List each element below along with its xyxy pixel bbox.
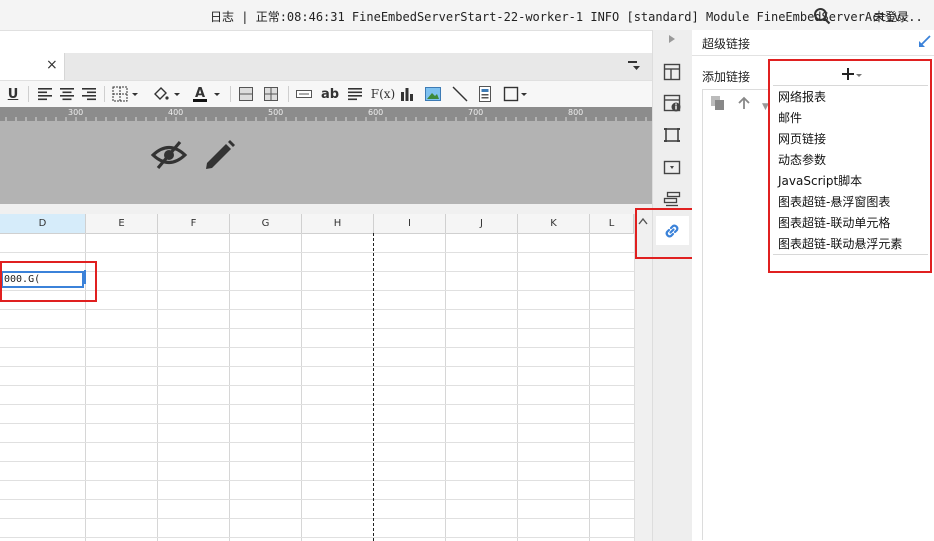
crop-frame-icon[interactable] [662, 125, 682, 145]
condition-style-icon[interactable] [662, 189, 682, 209]
grid-hline [0, 537, 634, 538]
grid-vline [517, 233, 518, 541]
slash-icon[interactable] [452, 86, 468, 102]
ruler-ticks [5, 117, 647, 121]
column-header-l[interactable]: L [590, 214, 634, 233]
grid-vline [445, 233, 446, 541]
align-left-icon[interactable] [38, 87, 52, 101]
grid-hline [0, 252, 634, 253]
eye-hidden-icon[interactable] [150, 138, 188, 172]
cell-info-icon[interactable] [662, 93, 682, 113]
sheet-gap [0, 204, 652, 214]
split-cells-icon[interactable] [264, 87, 278, 101]
page-break-line [373, 233, 374, 541]
justify-icon[interactable] [348, 87, 362, 101]
grid-vline [157, 233, 158, 541]
panel-divider [692, 55, 934, 56]
toolbar-divider [28, 86, 29, 102]
column-header-j[interactable]: J [446, 214, 518, 233]
login-link[interactable]: 未登录 [873, 8, 909, 25]
merge-cells-icon[interactable] [239, 87, 253, 101]
border-icon[interactable] [112, 86, 140, 102]
widget-border-icon[interactable] [503, 86, 529, 102]
grid-vline [229, 233, 230, 541]
column-header-h[interactable]: H [302, 214, 374, 233]
column-header-e[interactable]: E [86, 214, 158, 233]
grid-hline [0, 328, 634, 329]
ruler-label: 500 [268, 108, 284, 117]
log-label: 日志 [210, 10, 235, 24]
collapse-arrow-icon[interactable] [668, 34, 676, 44]
svg-text:A: A [195, 86, 205, 101]
column-header-i[interactable]: I [374, 214, 446, 233]
text-field-icon[interactable] [296, 88, 312, 100]
font-color-icon[interactable]: A [192, 85, 222, 103]
highlight-box-menu [768, 59, 932, 273]
toolbar-divider [104, 86, 105, 102]
formula-button[interactable]: F(x) [371, 85, 395, 103]
vertical-scrollbar[interactable] [634, 214, 653, 541]
add-link-label: 添加链接 [702, 70, 751, 84]
text-button[interactable]: ab [320, 85, 340, 103]
underline-button[interactable]: U [4, 85, 22, 103]
column-header-g[interactable]: G [230, 214, 302, 233]
grid-hline [0, 499, 634, 500]
image-icon[interactable] [425, 86, 442, 102]
form-icon[interactable] [477, 86, 493, 102]
grid-hline [0, 404, 634, 405]
highlight-box-cell [0, 261, 97, 302]
ruler-label: 300 [68, 108, 84, 117]
grid-hline [0, 518, 634, 519]
align-center-icon[interactable] [60, 87, 74, 101]
fill-color-icon[interactable] [152, 86, 182, 102]
ruler-label: 800 [568, 108, 584, 117]
pencil-icon[interactable] [202, 138, 236, 172]
bar-chart-icon[interactable] [400, 86, 416, 102]
expand-arrow-icon[interactable] [918, 34, 932, 48]
column-header-k[interactable]: K [518, 214, 590, 233]
search-icon[interactable] [813, 7, 831, 25]
ruler-label: 600 [368, 108, 384, 117]
grid-hline [0, 366, 634, 367]
column-header-d[interactable]: D [0, 214, 86, 233]
column-header-f[interactable]: F [158, 214, 230, 233]
toolbar-divider [288, 86, 289, 102]
dropdown-widget-icon[interactable] [662, 157, 682, 177]
cell-attributes-icon[interactable] [662, 62, 682, 82]
link-list[interactable] [702, 89, 768, 540]
align-right-icon[interactable] [82, 87, 96, 101]
ruler-label: 700 [468, 108, 484, 117]
grid-hline [0, 309, 634, 310]
ruler-label: 400 [168, 108, 184, 117]
grid-hline [0, 347, 634, 348]
grid-hline [0, 442, 634, 443]
design-canvas [0, 121, 652, 204]
panel-title: 超级链接 [702, 37, 751, 51]
grid-vline [301, 233, 302, 541]
toolbar-divider [230, 86, 231, 102]
grid-hline [0, 461, 634, 462]
copy-icon[interactable] [710, 95, 726, 111]
grid-vline [589, 233, 590, 541]
tab-menu-icon[interactable] [627, 59, 641, 73]
tab-bar [0, 53, 652, 80]
grid-hline [0, 480, 634, 481]
grid-hline [0, 385, 634, 386]
grid-hline [0, 423, 634, 424]
move-up-icon[interactable] [736, 95, 752, 111]
tab-close-icon[interactable]: × [46, 57, 58, 73]
